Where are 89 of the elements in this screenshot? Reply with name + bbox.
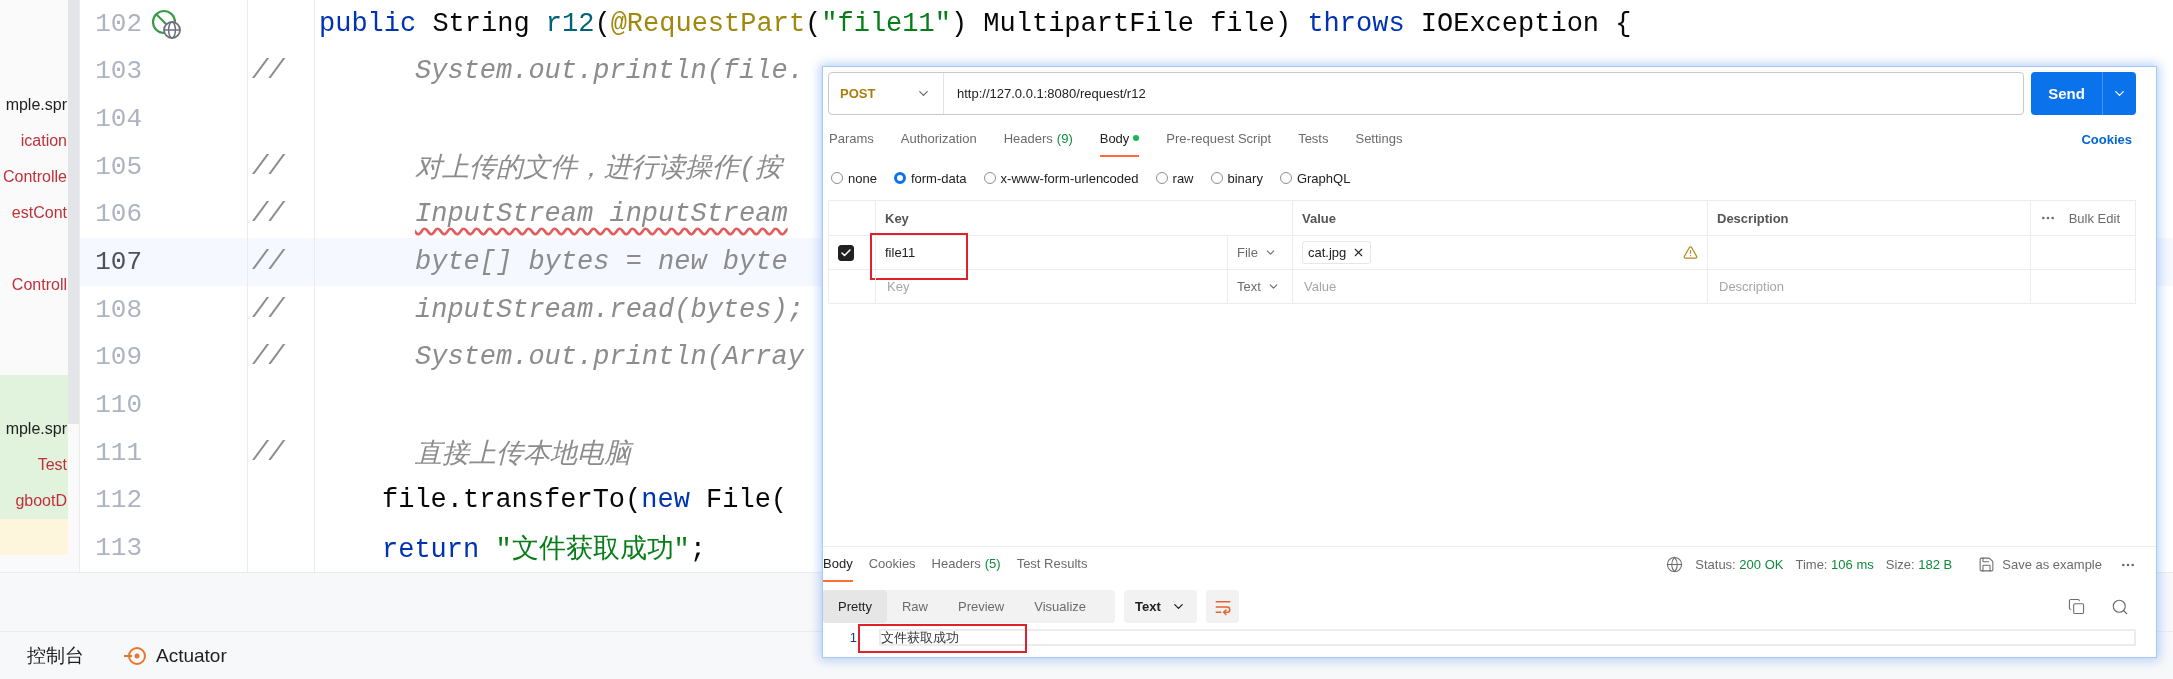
column-header: Key	[885, 210, 909, 226]
line-number: 102	[94, 8, 142, 39]
globe-icon[interactable]	[1666, 556, 1684, 573]
comment-marker: //	[252, 342, 285, 373]
file-chip[interactable]: cat.jpg	[1302, 241, 1372, 264]
code-text: inputStream.read(bytes);	[415, 294, 804, 325]
comment-marker: //	[252, 199, 285, 230]
method-select[interactable]: POST	[829, 73, 944, 114]
tree-item[interactable]: Controll	[11, 276, 68, 294]
body-type-radio[interactable]: x-www-form-urlencoded	[983, 170, 1139, 186]
response-text: 文件获取成功	[881, 628, 959, 647]
response-tab[interactable]: Test Results	[1016, 547, 1088, 582]
time-text: Time: 106 ms	[1795, 557, 1874, 572]
code-text: 对上传的文件，进行读操作(按	[415, 153, 783, 184]
request-tab[interactable]: Body	[1099, 121, 1140, 157]
save-example-button[interactable]: Save as example	[1972, 555, 2108, 574]
checkbox[interactable]	[838, 244, 854, 261]
comment-marker: //	[252, 151, 285, 182]
line-number: 105	[94, 151, 142, 182]
save-icon	[1978, 556, 1996, 573]
request-tab[interactable]: Settings	[1355, 121, 1403, 157]
check-icon	[840, 246, 852, 259]
request-tab[interactable]: Authorization	[900, 121, 977, 157]
wrap-button[interactable]	[1206, 590, 1239, 623]
cookies-link[interactable]: Cookies	[2081, 131, 2132, 147]
line-number: 103	[94, 56, 142, 87]
column-header: Description	[1717, 210, 1789, 226]
line-number: 107	[94, 247, 142, 278]
scrollbar[interactable]	[68, 0, 79, 424]
response-tab[interactable]: Headers (5)	[931, 547, 1001, 582]
view-tab[interactable]: Preview	[943, 590, 1020, 623]
description-field[interactable]: Description	[1717, 278, 2021, 295]
tree-item[interactable]: Test	[37, 456, 68, 474]
line-number: 110	[94, 390, 142, 421]
code-text: file.transferTo(new File(	[382, 485, 788, 516]
size-text: Size: 182 B	[1885, 557, 1953, 572]
comment-marker: //	[252, 247, 285, 278]
line-number: 109	[94, 342, 142, 373]
copy-icon	[2068, 598, 2085, 615]
url-field[interactable]: http://127.0.0.1:8080/request/r12	[944, 86, 1146, 101]
target-icon	[124, 645, 146, 666]
tool-tab[interactable]: Actuator	[124, 644, 227, 667]
code-text: System.out.println(Array	[415, 342, 804, 373]
body-type-radio[interactable]: none	[831, 170, 877, 186]
tree-item[interactable]: ication	[20, 132, 68, 150]
line-number: 104	[94, 104, 142, 135]
request-tab[interactable]: Tests	[1298, 121, 1329, 157]
code-text: System.out.println(file.	[415, 56, 804, 87]
request-tab[interactable]: Params	[829, 121, 874, 157]
key-field[interactable]: Key	[885, 278, 1218, 295]
key-text: file11	[885, 245, 916, 260]
status-text: Status: 200 OK	[1695, 557, 1784, 572]
tree-item[interactable]: Controlle	[2, 168, 68, 186]
body-type-radio[interactable]: binary	[1210, 170, 1263, 186]
line-number: 112	[94, 485, 142, 516]
line-number: 106	[94, 199, 142, 230]
view-tab[interactable]: Pretty	[823, 590, 887, 623]
request-tab[interactable]: Pre-request Script	[1166, 121, 1272, 157]
line-number: 113	[94, 533, 142, 564]
format-select[interactable]: Text	[1124, 590, 1197, 623]
search-icon	[2110, 597, 2129, 616]
code-text: public String r12(@RequestPart("file11") MultipartFile file) throws IOException {	[319, 8, 1632, 39]
column-header: Value	[1302, 210, 1336, 226]
tree-item[interactable]: mple.spr	[5, 420, 68, 438]
body-type-radio[interactable]: raw	[1155, 170, 1194, 186]
body-type-radio[interactable]: GraphQL	[1279, 170, 1351, 186]
response-tab[interactable]: Body	[823, 547, 853, 582]
type-select[interactable]: File	[1237, 245, 1277, 260]
body-type-radio[interactable]: form-data	[893, 170, 967, 186]
tool-tab[interactable]: 控制台	[27, 642, 84, 669]
view-tab[interactable]: Raw	[886, 590, 943, 623]
comment-marker: //	[252, 437, 285, 468]
line-number: 111	[94, 437, 142, 468]
comment-marker: //	[252, 294, 285, 325]
response-tab[interactable]: Cookies	[868, 547, 916, 582]
tree-item[interactable]: mple.spr	[5, 96, 68, 114]
type-select[interactable]: Text	[1237, 279, 1280, 294]
code-text: InputStream inputStream	[415, 199, 788, 230]
tree-item[interactable]: estCont	[11, 204, 68, 222]
view-tab[interactable]: Visualize	[1019, 590, 1102, 623]
code-text: return "文件获取成功";	[382, 535, 707, 566]
line-number: 108	[94, 294, 142, 325]
code-text: byte[] bytes = new byte	[415, 247, 788, 278]
tree-item[interactable]: gbootD	[15, 492, 68, 510]
bulk-edit-button[interactable]: Bulk Edit	[2062, 209, 2126, 227]
value-field[interactable]: Value	[1302, 278, 1698, 295]
line-number: 1	[848, 630, 857, 645]
request-tab[interactable]: Headers (9)	[1003, 121, 1073, 157]
comment-marker: //	[252, 56, 285, 87]
